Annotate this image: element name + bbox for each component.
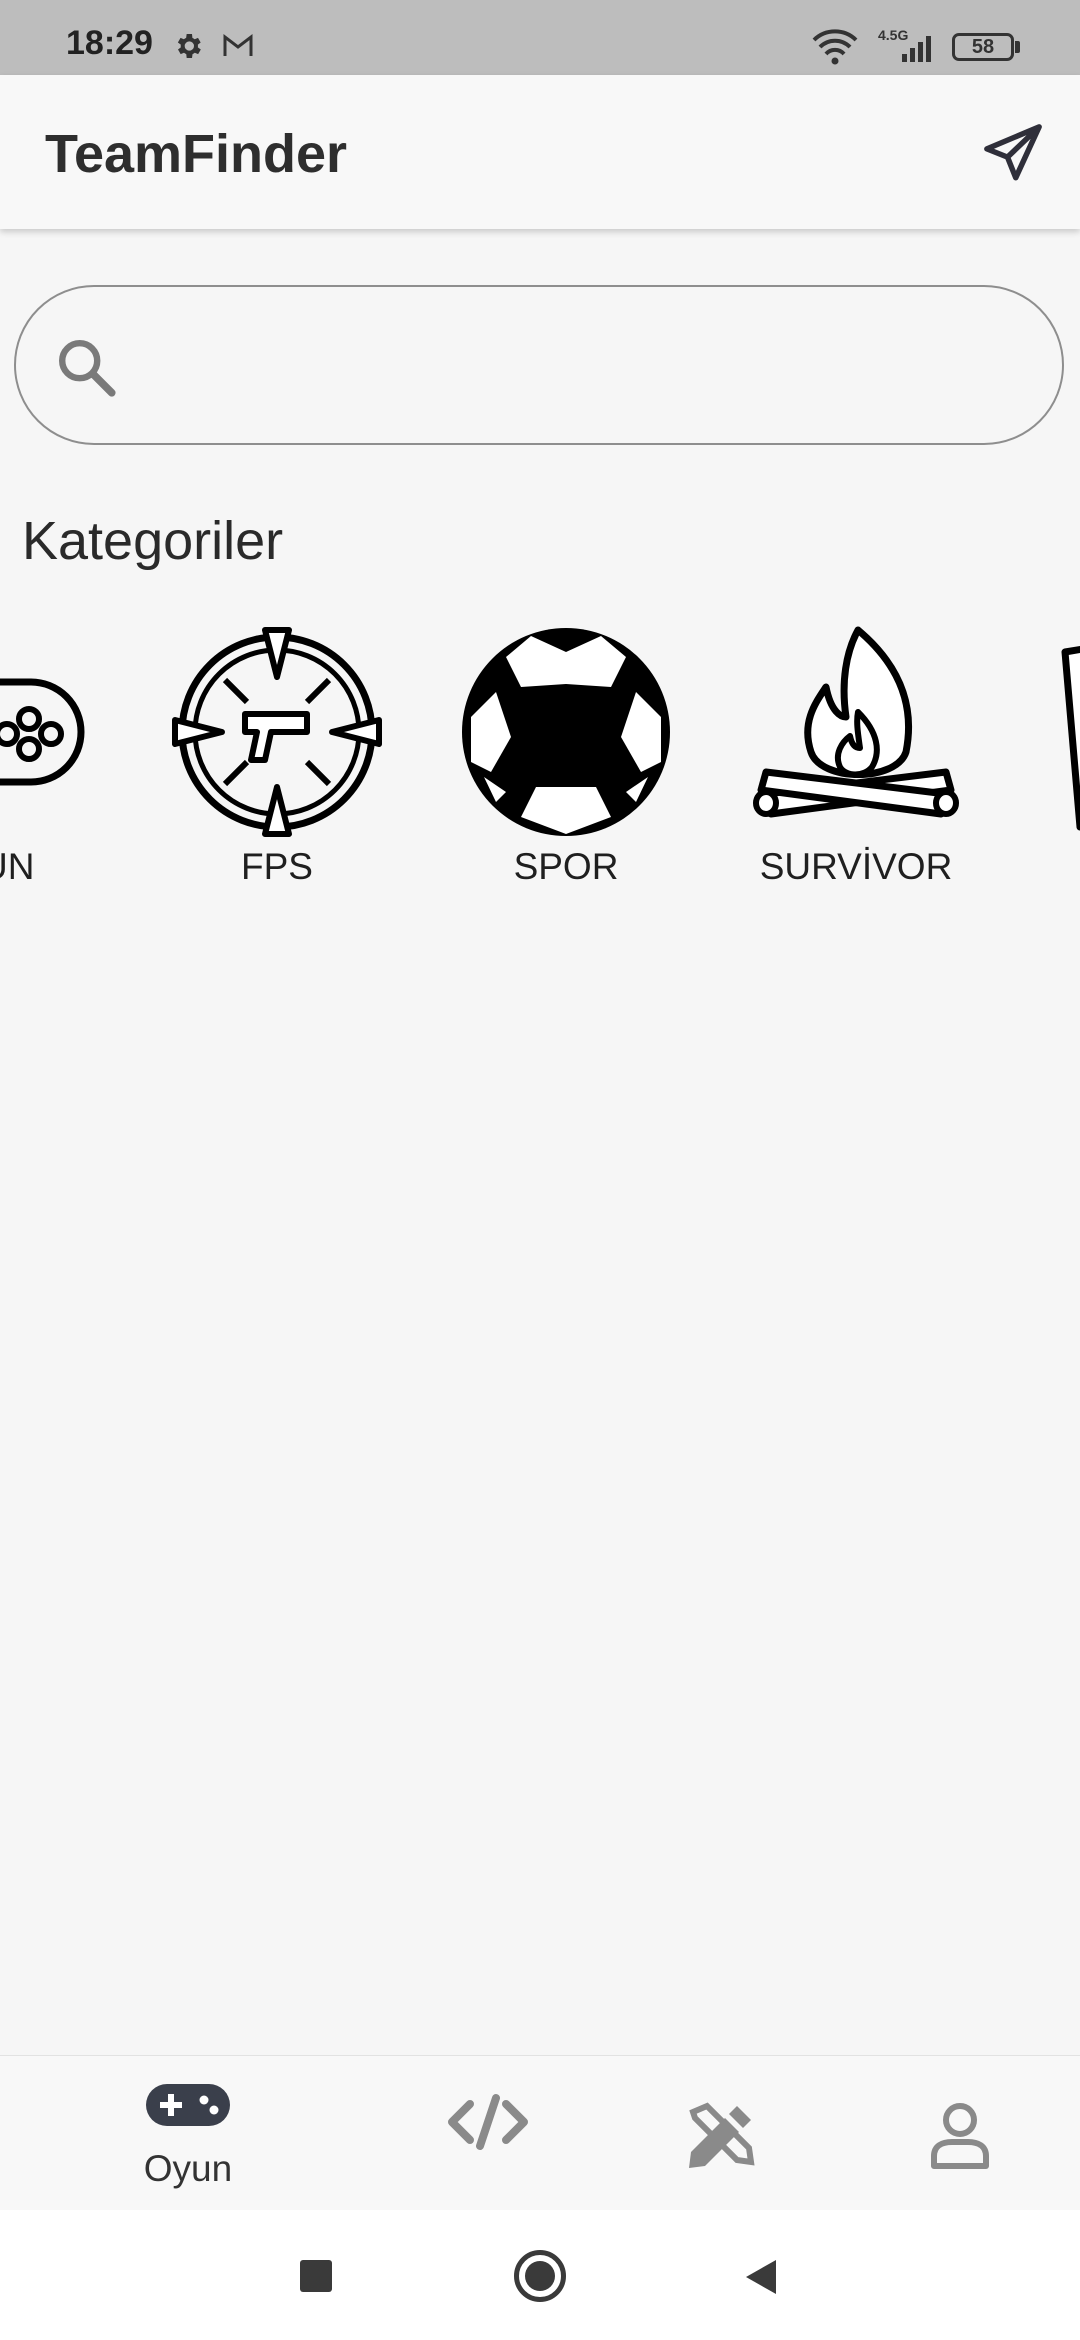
- gmail-icon: [223, 33, 253, 56]
- nav-profile[interactable]: [860, 2056, 1060, 2211]
- nav-oyun[interactable]: Oyun: [88, 2056, 288, 2211]
- gamepad-icon: [0, 678, 85, 786]
- category-label: FPS: [241, 846, 313, 887]
- campfire-icon: [753, 626, 959, 818]
- system-navigation-bar: [0, 2210, 1080, 2340]
- category-oyun[interactable]: OYUN: [0, 610, 111, 910]
- nav-code[interactable]: [388, 2056, 588, 2211]
- home-dot: [525, 2261, 555, 2291]
- category-label: OYUN: [0, 846, 35, 887]
- category-fps[interactable]: FPS: [147, 610, 407, 910]
- send-icon[interactable]: [980, 120, 1046, 186]
- design-tools-icon: [689, 2102, 755, 2168]
- status-time: 18:29: [66, 24, 153, 62]
- nav-design[interactable]: [620, 2056, 820, 2211]
- categories-title: Kategoriler: [22, 511, 284, 571]
- category-survivor[interactable]: SURVİVOR: [726, 610, 986, 910]
- profile-icon: [931, 2103, 989, 2169]
- battery-tip: [1015, 41, 1020, 53]
- battery-icon: 58: [952, 33, 1014, 61]
- app-title: TeamFinder: [45, 124, 348, 184]
- crosshair-gun-icon: [172, 627, 382, 837]
- search-bar[interactable]: [14, 285, 1064, 445]
- search-input[interactable]: [134, 317, 1018, 415]
- recents-button[interactable]: [300, 2260, 332, 2292]
- app-bar: TeamFinder: [0, 75, 1080, 229]
- card-icon: [1061, 645, 1080, 831]
- nav-label: Oyun: [143, 2148, 233, 2189]
- categories-list[interactable]: OYUN FPS SPOR: [0, 610, 1080, 910]
- category-label: SURVİVOR: [759, 846, 953, 887]
- wifi-icon: [812, 29, 858, 65]
- signal-icon: [902, 36, 931, 62]
- gear-icon: [177, 34, 201, 58]
- category-label: SPOR: [513, 846, 619, 887]
- battery-level: 58: [971, 36, 995, 58]
- back-button[interactable]: [742, 2258, 778, 2296]
- status-bar: 18:29 4.5G 58: [0, 0, 1080, 75]
- category-spor[interactable]: SPOR: [436, 610, 696, 910]
- category-card[interactable]: [1015, 610, 1080, 910]
- soccer-ball-icon: [462, 628, 670, 836]
- code-icon: [448, 2094, 528, 2150]
- bottom-navigation: Oyun: [0, 2055, 1080, 2211]
- search-icon: [59, 340, 116, 397]
- gamepad-icon: [146, 2084, 230, 2126]
- home-button[interactable]: [514, 2250, 566, 2302]
